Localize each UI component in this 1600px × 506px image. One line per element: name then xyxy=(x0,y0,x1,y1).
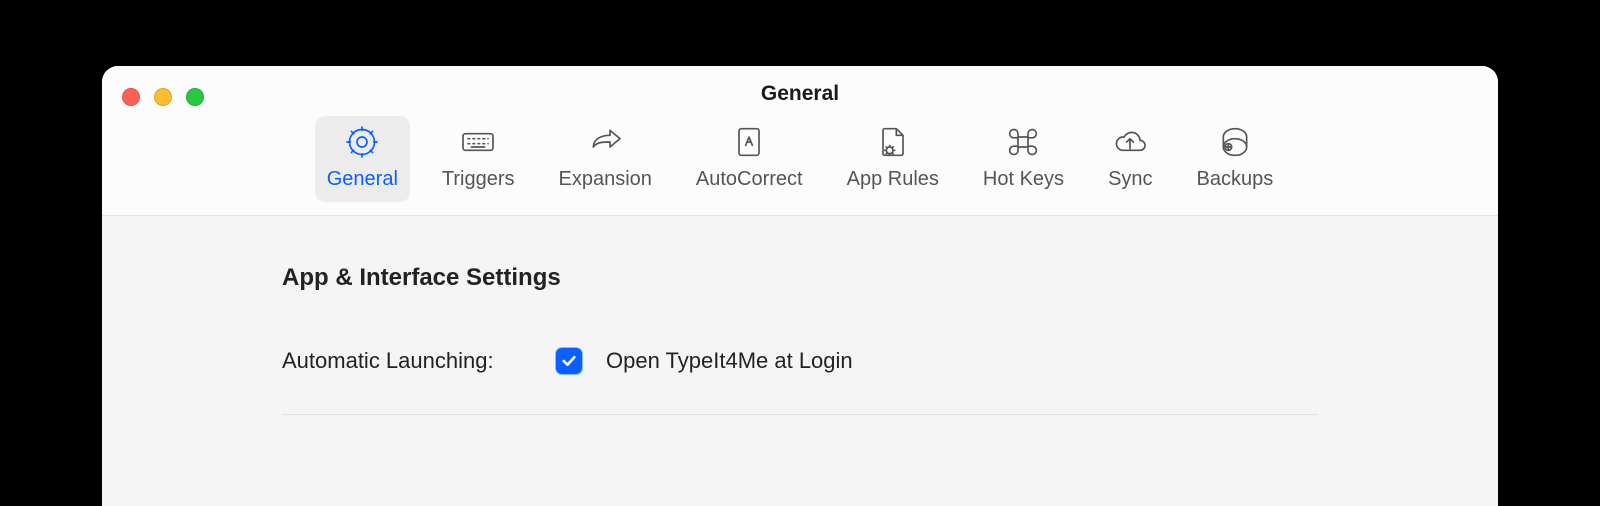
checkbox-label: Open TypeIt4Me at Login xyxy=(606,348,853,374)
keyboard-icon xyxy=(458,122,498,162)
tab-label: AutoCorrect xyxy=(696,168,803,191)
command-icon xyxy=(1003,122,1043,162)
tab-label: Backups xyxy=(1197,168,1274,191)
share-arrow-icon xyxy=(585,122,625,162)
setting-label: Automatic Launching: xyxy=(282,348,532,374)
tab-label: General xyxy=(327,168,398,191)
tab-label: Sync xyxy=(1108,168,1152,191)
tab-label: App Rules xyxy=(847,168,939,191)
titlebar: General General Triggers Expansion xyxy=(102,66,1498,216)
window-title: General xyxy=(102,82,1498,106)
setting-row-automatic-launching: Automatic Launching: Open TypeIt4Me at L… xyxy=(282,348,1318,415)
section-title: App & Interface Settings xyxy=(282,264,1318,292)
tab-autocorrect[interactable]: AutoCorrect xyxy=(684,116,815,202)
dictionary-icon xyxy=(729,122,769,162)
tab-label: Triggers xyxy=(442,168,515,191)
toolbar: General Triggers Expansion AutoCorrect xyxy=(102,116,1498,202)
tab-app-rules[interactable]: App Rules xyxy=(835,116,951,202)
tab-backups[interactable]: Backups xyxy=(1185,116,1286,202)
tab-label: Expansion xyxy=(559,168,652,191)
tab-sync[interactable]: Sync xyxy=(1096,116,1164,202)
content-area: App & Interface Settings Automatic Launc… xyxy=(102,216,1498,415)
tab-general[interactable]: General xyxy=(315,116,410,202)
tab-label: Hot Keys xyxy=(983,168,1064,191)
tab-expansion[interactable]: Expansion xyxy=(547,116,664,202)
tab-triggers[interactable]: Triggers xyxy=(430,116,527,202)
cloud-upload-icon xyxy=(1110,122,1150,162)
tab-hot-keys[interactable]: Hot Keys xyxy=(971,116,1076,202)
gear-icon xyxy=(342,122,382,162)
document-gear-icon xyxy=(873,122,913,162)
open-at-login-checkbox[interactable] xyxy=(556,348,582,374)
preferences-window: General General Triggers Expansion xyxy=(102,66,1498,506)
disk-plus-icon xyxy=(1215,122,1255,162)
